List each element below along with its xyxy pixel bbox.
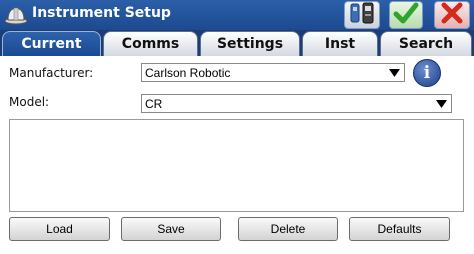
tab-comms[interactable]: Comms (103, 31, 198, 56)
tab-settings[interactable]: Settings (200, 31, 300, 56)
info-button[interactable]: i (413, 59, 441, 87)
hardhat-icon (4, 4, 28, 26)
model-value: CR (145, 97, 163, 111)
window-title: Instrument Setup (32, 5, 171, 21)
load-button[interactable]: Load (9, 217, 110, 241)
model-label: Model: (9, 95, 50, 109)
save-button[interactable]: Save (121, 217, 221, 241)
ok-button[interactable] (389, 1, 423, 29)
manufacturer-value: Carlson Robotic (145, 66, 231, 80)
info-icon: i (423, 63, 431, 83)
model-dropdown[interactable]: CR (141, 94, 452, 113)
checkmark-icon (393, 1, 419, 29)
tab-inst[interactable]: Inst (302, 31, 378, 56)
details-list-box[interactable] (9, 119, 464, 212)
defaults-button[interactable]: Defaults (349, 217, 450, 241)
manufacturer-dropdown[interactable]: Carlson Robotic (141, 63, 405, 82)
manufacturer-label: Manufacturer: (9, 66, 94, 80)
title-bar: Instrument Setup (0, 0, 474, 30)
tab-bar: Current Comms Settings Inst Search (0, 30, 474, 56)
tab-current[interactable]: Current (2, 31, 101, 56)
current-tab-panel: Manufacturer: Carlson Robotic i Model: C… (0, 56, 474, 254)
close-button[interactable] (434, 1, 470, 29)
delete-button[interactable]: Delete (238, 217, 338, 241)
tab-search[interactable]: Search (380, 31, 472, 56)
close-icon (440, 1, 464, 29)
instrument-icon (349, 1, 375, 29)
chevron-down-icon (434, 96, 449, 111)
instrument-button[interactable] (344, 1, 380, 29)
chevron-down-icon (387, 65, 402, 80)
